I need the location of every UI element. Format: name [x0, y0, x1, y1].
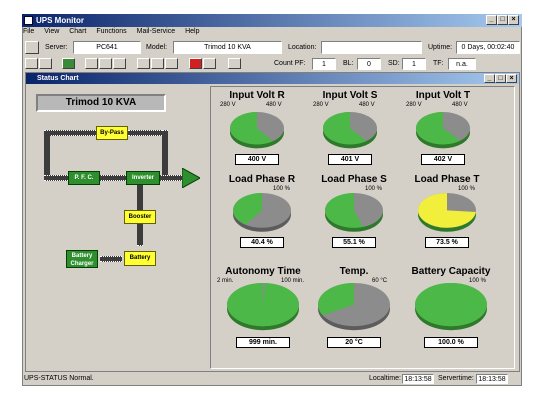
input-volt-s-gauge	[323, 111, 377, 149]
sd-field: 1	[402, 58, 426, 70]
model-label: Model:	[146, 44, 168, 51]
server-label: Server:	[45, 44, 68, 51]
autonomy-time-title: Autonomy Time	[225, 266, 301, 277]
countpf-field: 1	[312, 58, 336, 70]
wire	[44, 175, 184, 181]
load-phase-t-title: Load Phase T	[414, 174, 480, 185]
localtime-label: Localtime:	[369, 375, 401, 382]
app-titlebar: UPS Monitor	[22, 14, 522, 27]
input-volt-s-value: 401 V	[328, 154, 372, 166]
battery-capacity-gauge	[415, 283, 487, 331]
load-phase-s-value: 55.1 %	[332, 237, 376, 249]
server-field: PC641	[73, 41, 141, 54]
menu-help[interactable]: Help	[185, 28, 199, 35]
preview-icon[interactable]	[99, 58, 112, 69]
child-close-icon[interactable]: ×	[506, 74, 517, 83]
input-volt-t-gauge	[416, 111, 470, 149]
child-maximize-icon[interactable]: □	[495, 74, 506, 83]
model-display: Trimod 10 KVA	[36, 94, 166, 112]
print-icon[interactable]	[85, 58, 98, 69]
servertime-field: 18:13:58	[476, 374, 508, 384]
countpf-label: Count PF:	[274, 60, 306, 67]
input-volt-r-gauge	[230, 111, 284, 149]
input-volt-s-title: Input Volt S	[322, 90, 378, 101]
model-field: Trimod 10 KVA	[173, 41, 282, 54]
open-icon[interactable]	[25, 58, 38, 69]
child-minimize-icon[interactable]: _	[484, 74, 495, 83]
wire	[162, 130, 168, 180]
wire	[44, 130, 50, 180]
input-volt-t-title: Input Volt T	[415, 90, 471, 101]
temp--title: Temp.	[339, 266, 369, 277]
info-icon[interactable]	[228, 58, 241, 69]
input-volt-r-title: Input Volt R	[229, 90, 285, 101]
settings-icon[interactable]	[151, 58, 164, 69]
menu-file[interactable]: File	[23, 28, 34, 35]
sd-label: SD:	[388, 60, 400, 67]
autonomy-time-gauge	[227, 283, 299, 331]
load-phase-t-value: 73.5 %	[425, 237, 469, 249]
localtime-field: 18:13:58	[402, 374, 434, 384]
shutdown-icon[interactable]	[189, 58, 202, 69]
status-chart-titlebar: Status Chart	[26, 73, 519, 84]
status-message: UPS-STATUS Normal.	[24, 375, 94, 382]
app-title: UPS Monitor	[36, 16, 84, 25]
temp--value: 20 °C	[327, 336, 381, 348]
menu-functions[interactable]: Functions	[96, 28, 126, 35]
status-chart-title: Status Chart	[37, 75, 79, 82]
inverter-block: Inverter	[126, 171, 160, 185]
wire	[100, 256, 122, 262]
load-phase-t-gauge	[418, 192, 476, 232]
alarm-icon[interactable]	[203, 58, 216, 69]
mail-icon[interactable]	[165, 58, 178, 69]
load-phase-s-title: Load Phase S	[321, 174, 387, 185]
test-icon[interactable]	[137, 58, 150, 69]
input-volt-r-value: 400 V	[235, 154, 279, 166]
servertime-label: Servertime:	[438, 375, 474, 382]
battery-capacity-title: Battery Capacity	[411, 266, 491, 277]
maximize-icon[interactable]: □	[497, 15, 508, 25]
menu-mail-service[interactable]: Mail-Service	[137, 28, 176, 35]
server-connect-icon[interactable]	[25, 41, 39, 54]
tf-label: TF:	[433, 60, 444, 67]
menu-chart[interactable]: Chart	[69, 28, 86, 35]
close-icon[interactable]: ×	[508, 15, 519, 25]
bl-label: BL:	[343, 60, 354, 67]
load-phase-r-value: 40.4 %	[240, 237, 284, 249]
battery-capacity-gauge-value	[415, 283, 487, 327]
report-icon[interactable]	[113, 58, 126, 69]
pfc-block: P. F. C.	[68, 171, 100, 185]
battery-charger-block: Battery Charger	[66, 250, 98, 268]
location-field	[321, 41, 422, 54]
load-phase-s-gauge	[324, 192, 383, 232]
menu-view[interactable]: View	[44, 28, 59, 35]
battery-block: Battery	[124, 251, 156, 266]
menu-bar: File View Chart Functions Mail-Service H…	[23, 28, 208, 39]
wire	[44, 130, 96, 136]
save-icon[interactable]	[39, 58, 52, 69]
app-icon	[24, 16, 33, 25]
minimize-icon[interactable]: _	[486, 15, 497, 25]
uptime-label: Uptime:	[428, 44, 453, 51]
input-volt-t-value: 402 V	[421, 154, 465, 166]
battery-capacity-value: 100.0 %	[424, 336, 478, 348]
location-label: Location:	[288, 44, 317, 51]
output-arrow-icon	[182, 168, 200, 188]
temp--gauge	[318, 283, 390, 331]
load-phase-r-title: Load Phase R	[228, 174, 296, 185]
ups-icon[interactable]	[62, 58, 75, 69]
uptime-field: 0 Days, 00:02:40	[456, 41, 520, 54]
tf-field: n.a.	[448, 58, 476, 70]
booster-block: Booster	[124, 210, 156, 224]
autonomy-time-value: 999 min.	[236, 336, 290, 348]
bypass-block: By-Pass	[96, 126, 128, 140]
bl-field: 0	[357, 58, 381, 70]
status-bar: UPS-STATUS Normal. Localtime: 18:13:58 S…	[22, 372, 522, 386]
autonomy-time-gauge-value	[227, 283, 299, 327]
load-phase-r-gauge	[233, 192, 291, 232]
